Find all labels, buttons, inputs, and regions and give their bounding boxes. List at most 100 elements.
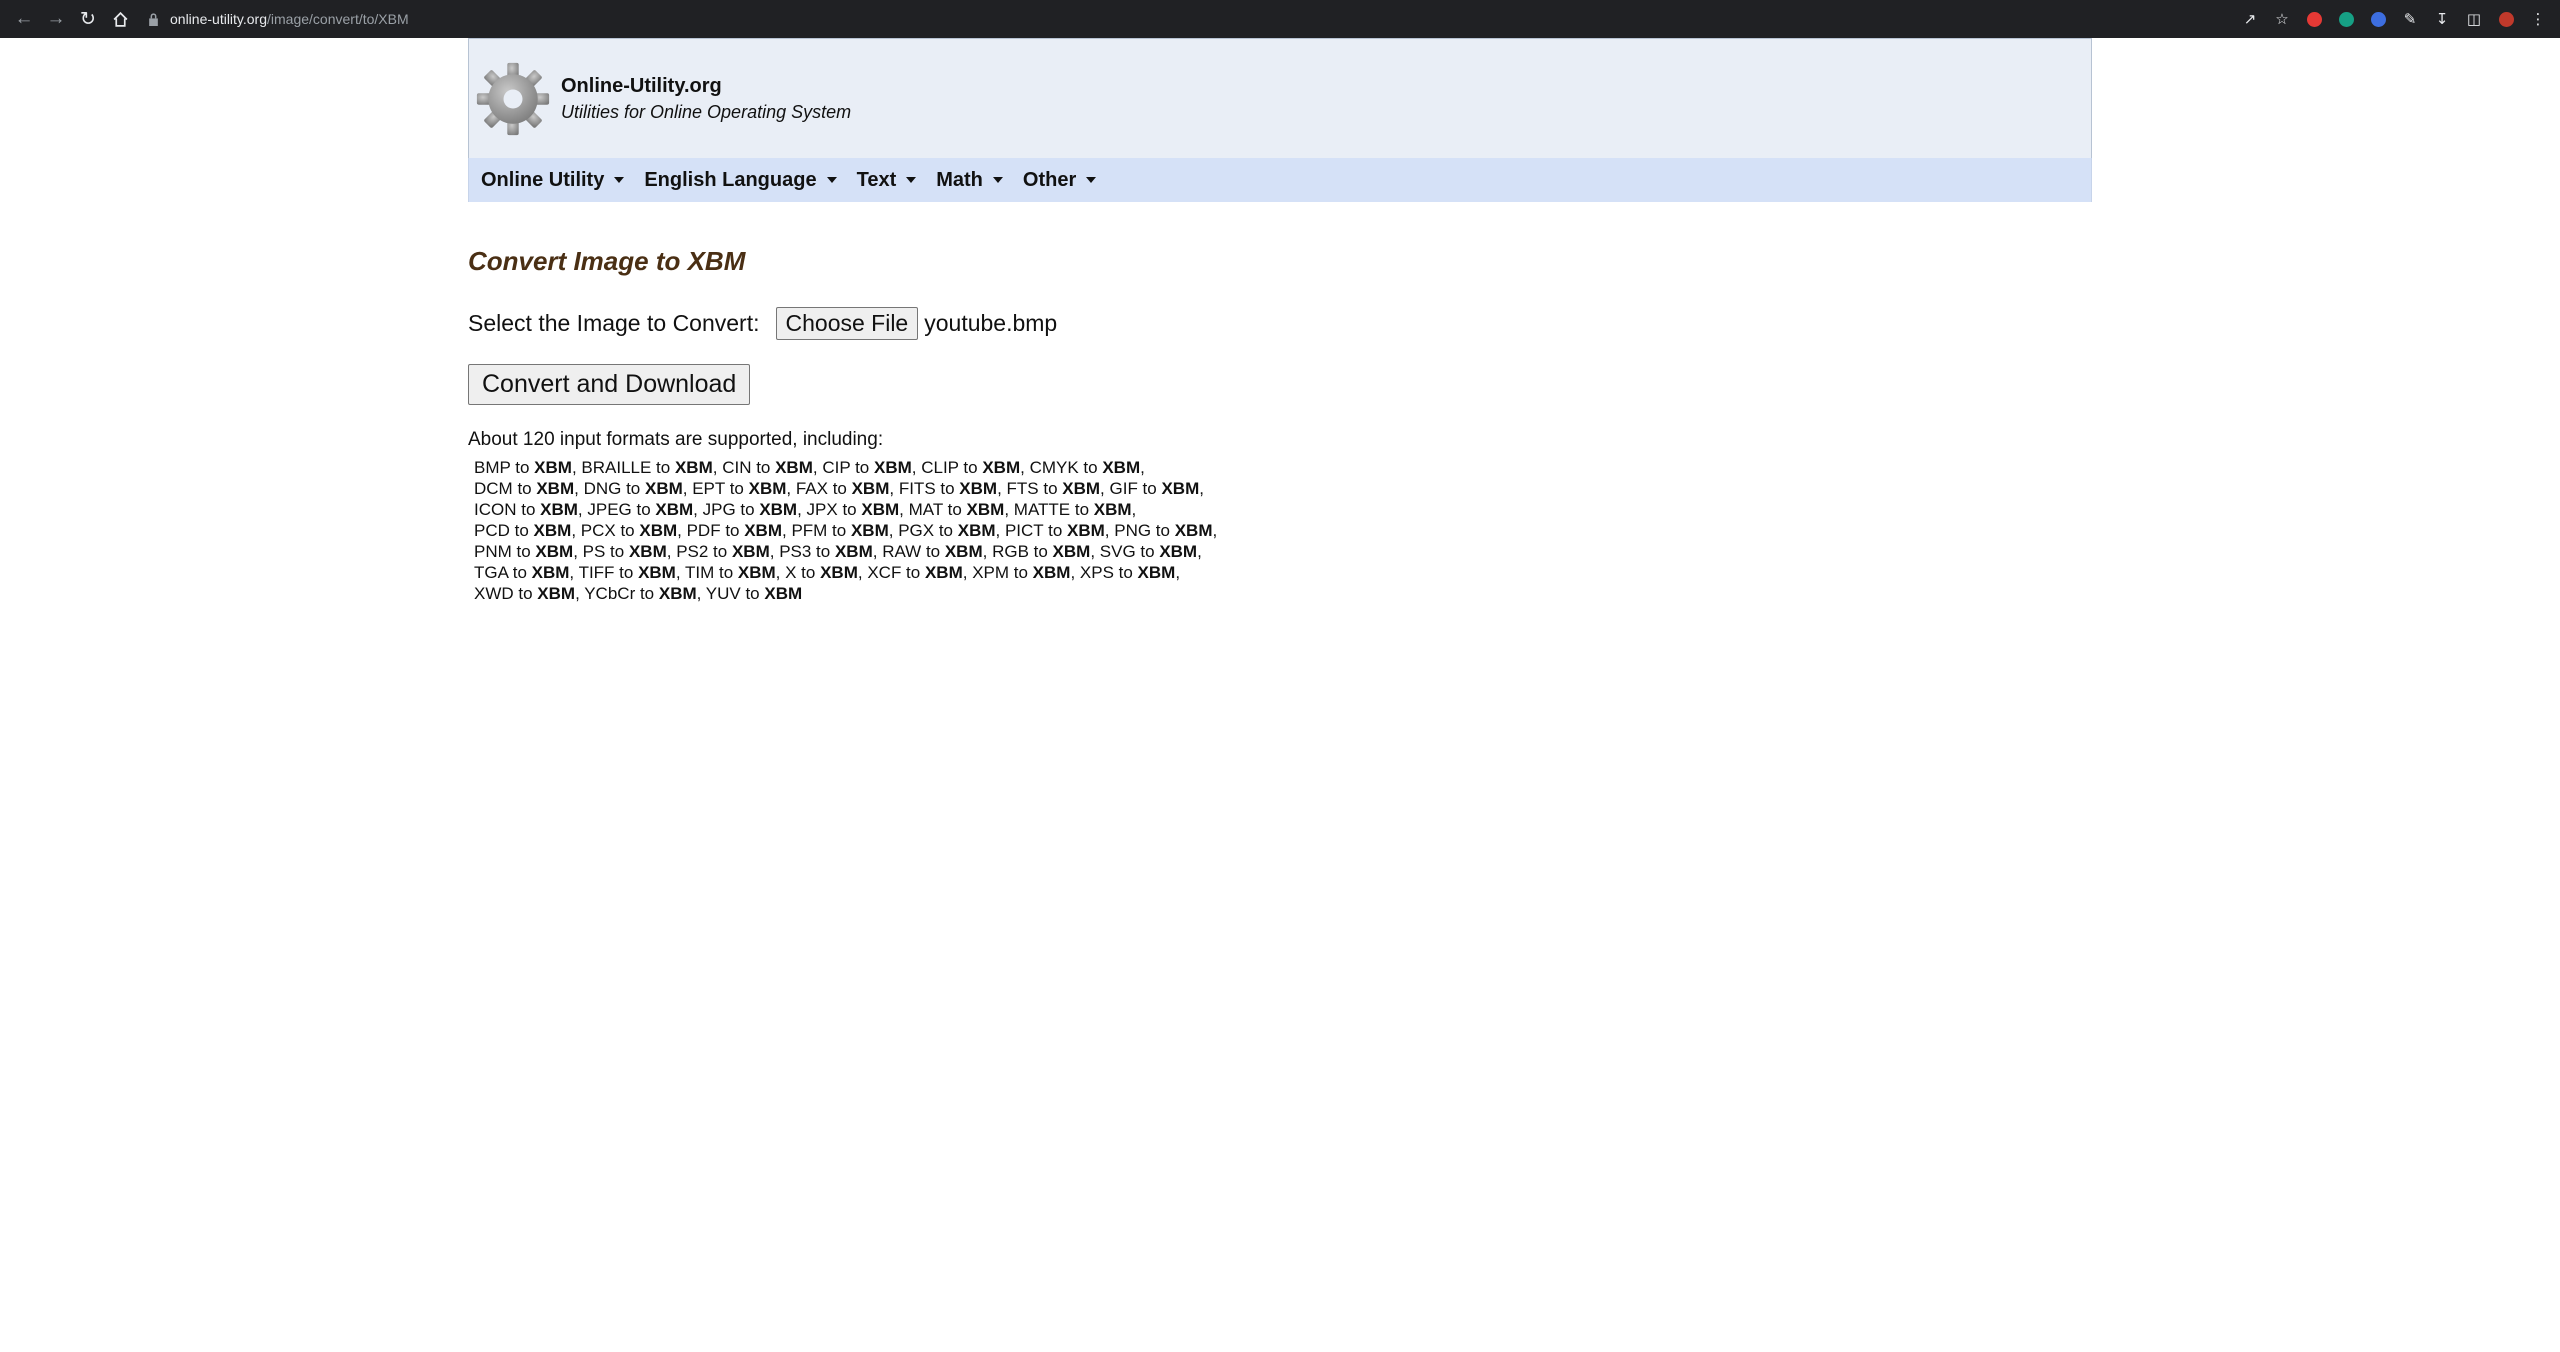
- format-target: XBM: [655, 500, 694, 519]
- format-target: XBM: [1174, 521, 1213, 540]
- format-target: XBM: [674, 458, 713, 477]
- format-target: XBM: [982, 458, 1021, 477]
- format-separator: ,: [577, 500, 588, 519]
- format-separator: ,: [571, 458, 582, 477]
- menu-label: Online Utility: [481, 168, 605, 191]
- profile-avatar-icon[interactable]: [2494, 7, 2518, 31]
- format-separator: ,: [769, 542, 780, 561]
- format-separator: ,: [997, 479, 1007, 498]
- menu-online-utility[interactable]: Online Utility: [481, 168, 625, 192]
- format-source: PNG to: [1114, 521, 1175, 540]
- format-target: XBM: [873, 458, 912, 477]
- format-source: MATTE to: [1013, 500, 1094, 519]
- format-separator: ,: [573, 542, 583, 561]
- format-target: XBM: [1032, 563, 1071, 582]
- format-source: SVG to: [1099, 542, 1160, 561]
- browser-actions: ↗ ☆ ✎ ↧ ◫ ⋮: [2230, 7, 2550, 31]
- format-source: PS to: [582, 542, 629, 561]
- format-separator: ,: [889, 479, 899, 498]
- bookmark-star-icon[interactable]: ☆: [2270, 7, 2294, 31]
- convert-download-button[interactable]: Convert and Download: [468, 364, 751, 405]
- format-target: XBM: [1137, 563, 1176, 582]
- format-separator: ,: [888, 521, 899, 540]
- format-target: XBM: [533, 521, 572, 540]
- format-line: XWD to XBM, YCbCr to XBM, YUV to XBM: [474, 583, 2092, 604]
- home-icon: [113, 11, 127, 27]
- format-separator: ,: [1140, 458, 1145, 477]
- extension-red-icon[interactable]: [2302, 7, 2326, 31]
- format-separator: ,: [812, 458, 823, 477]
- format-source: X to: [785, 563, 821, 582]
- site-tagline: Utilities for Online Operating System: [561, 101, 852, 122]
- format-target: XBM: [1093, 500, 1132, 519]
- format-target: XBM: [1052, 542, 1091, 561]
- caret-down-icon: [826, 177, 837, 183]
- side-panel-icon[interactable]: ◫: [2462, 7, 2486, 31]
- file-select-label: Select the Image to Convert:: [468, 310, 760, 336]
- share-icon[interactable]: ↗: [2238, 7, 2262, 31]
- format-source: PS3 to: [779, 542, 835, 561]
- more-menu-icon[interactable]: ⋮: [2526, 7, 2550, 31]
- format-target: XBM: [1161, 479, 1200, 498]
- format-target: XBM: [748, 479, 787, 498]
- format-line: ICON to XBM, JPEG to XBM, JPG to XBM, JP…: [474, 499, 2092, 520]
- extensions-puzzle-icon[interactable]: ✎: [2398, 7, 2422, 31]
- format-target: XBM: [759, 500, 798, 519]
- format-source: XPM to: [972, 563, 1033, 582]
- format-source: PCD to: [474, 521, 534, 540]
- extension-green-icon[interactable]: [2334, 7, 2358, 31]
- menu-text[interactable]: Text: [857, 169, 917, 192]
- address-bar[interactable]: online-utility.org/image/convert/to/XBM: [146, 4, 2226, 34]
- format-target: XBM: [1159, 542, 1198, 561]
- url-host: online-utility.org: [170, 11, 268, 27]
- format-separator: ,: [1020, 458, 1030, 477]
- format-source: GIF to: [1109, 479, 1162, 498]
- format-target: XBM: [851, 479, 890, 498]
- format-source: ICON to: [474, 500, 541, 519]
- format-target: XBM: [959, 479, 998, 498]
- caret-down-icon: [992, 177, 1003, 183]
- format-source: CIN to: [722, 458, 776, 477]
- format-line: TGA to XBM, TIFF to XBM, TIM to XBM, X t…: [474, 562, 2092, 583]
- formats-list: BMP to XBM, BRAILLE to XBM, CIN to XBM, …: [474, 457, 2092, 604]
- format-line: PCD to XBM, PCX to XBM, PDF to XBM, PFM …: [474, 520, 2092, 541]
- format-source: BRAILLE to: [581, 458, 675, 477]
- download-icon[interactable]: ↧: [2430, 7, 2454, 31]
- format-separator: ,: [786, 479, 796, 498]
- back-button[interactable]: ←: [10, 5, 38, 33]
- format-separator: ,: [682, 479, 693, 498]
- url-path: /image/convert/to/XBM: [267, 11, 409, 27]
- format-source: BMP to: [474, 458, 535, 477]
- format-source: RGB to: [992, 542, 1053, 561]
- forward-button[interactable]: →: [42, 5, 70, 33]
- file-select-row: Select the Image to Convert: Choose File…: [468, 307, 2092, 340]
- gear-logo-icon: [476, 62, 550, 135]
- site-name[interactable]: Online-Utility.org: [561, 75, 851, 98]
- menu-math[interactable]: Math: [936, 169, 1003, 192]
- choose-file-button[interactable]: Choose File: [775, 307, 919, 340]
- browser-toolbar: ← → ↻ online-utility.org/image/convert/t…: [0, 0, 2560, 38]
- format-source: CLIP to: [921, 458, 983, 477]
- extension-blue-icon[interactable]: [2366, 7, 2390, 31]
- format-target: XBM: [1102, 458, 1141, 477]
- format-target: XBM: [737, 563, 776, 582]
- reload-button[interactable]: ↻: [74, 5, 102, 33]
- format-source: FITS to: [898, 479, 960, 498]
- format-separator: ,: [911, 458, 922, 477]
- format-source: CMYK to: [1029, 458, 1103, 477]
- format-source: DNG to: [583, 479, 645, 498]
- format-target: XBM: [536, 479, 575, 498]
- format-separator: ,: [696, 584, 706, 603]
- format-separator: ,: [675, 563, 685, 582]
- format-target: XBM: [966, 500, 1005, 519]
- format-target: XBM: [628, 542, 667, 561]
- format-separator: ,: [1070, 563, 1080, 582]
- format-source: PNM to: [474, 542, 536, 561]
- reload-icon: ↻: [80, 8, 96, 30]
- home-button[interactable]: [106, 5, 134, 33]
- format-source: JPEG to: [587, 500, 656, 519]
- format-source: PGX to: [898, 521, 958, 540]
- menu-english-language[interactable]: English Language: [644, 169, 837, 192]
- menu-other[interactable]: Other: [1023, 169, 1097, 192]
- caret-down-icon: [614, 177, 625, 183]
